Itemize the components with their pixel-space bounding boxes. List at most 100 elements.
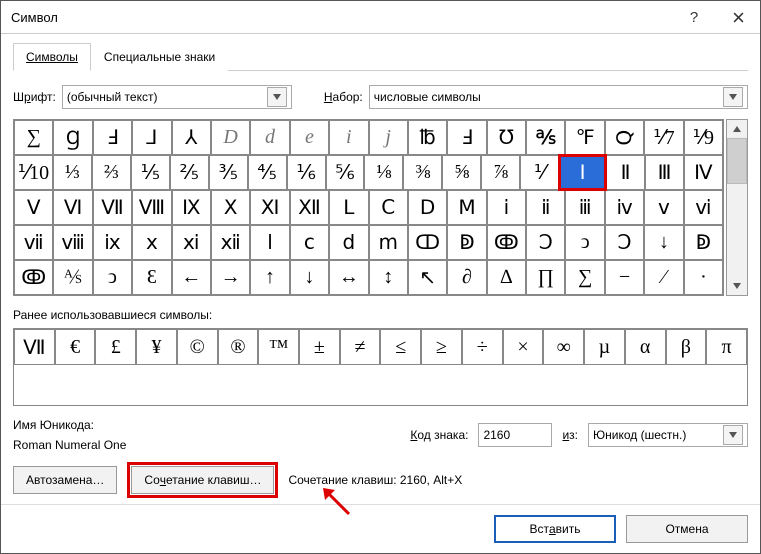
- symbol-cell[interactable]: ⅹ: [132, 225, 171, 260]
- recent-symbol-cell[interactable]: €: [55, 329, 96, 365]
- symbol-cell[interactable]: ⅼ: [250, 225, 289, 260]
- symbol-cell[interactable]: ⅵ: [684, 190, 723, 225]
- symbol-cell[interactable]: ⅖: [170, 155, 209, 190]
- recent-symbol-cell[interactable]: α: [625, 329, 666, 365]
- autocorrect-button[interactable]: Автозамена…: [13, 466, 117, 494]
- symbol-cell[interactable]: ↂ: [14, 260, 53, 295]
- font-select[interactable]: (обычный текст): [62, 85, 292, 109]
- symbol-cell[interactable]: Ⅱ: [606, 155, 645, 190]
- tab-special[interactable]: Специальные знаки: [91, 43, 228, 71]
- symbol-cell[interactable]: Ⅺ: [250, 190, 289, 225]
- symbol-cell[interactable]: Ⅲ: [645, 155, 684, 190]
- symbol-cell[interactable]: Ɡ: [53, 120, 92, 155]
- symbol-cell[interactable]: ⅺ: [172, 225, 211, 260]
- recent-symbol-cell[interactable]: ×: [503, 329, 544, 365]
- symbol-cell[interactable]: j: [369, 120, 408, 155]
- symbol-cell[interactable]: Ⅎ: [93, 120, 132, 155]
- symbol-cell[interactable]: Ⅾ: [408, 190, 447, 225]
- symbol-cell[interactable]: Ↄ: [526, 225, 565, 260]
- symbol-cell[interactable]: ←: [172, 260, 211, 295]
- symbol-cell[interactable]: Ⅵ: [53, 190, 92, 225]
- symbol-cell[interactable]: Ⅷ: [132, 190, 171, 225]
- symbol-cell[interactable]: Ⅼ: [329, 190, 368, 225]
- recent-symbol-cell[interactable]: ∞: [543, 329, 584, 365]
- symbol-cell[interactable]: ⅄: [172, 120, 211, 155]
- symbol-cell[interactable]: ⅽ: [290, 225, 329, 260]
- symbol-cell[interactable]: ⅶ: [14, 225, 53, 260]
- symbol-cell[interactable]: ℧: [487, 120, 526, 155]
- symbol-cell[interactable]: ℁: [526, 120, 565, 155]
- symbol-cell[interactable]: ↂ: [487, 225, 526, 260]
- symbol-cell[interactable]: ⅞: [481, 155, 520, 190]
- symbol-cell[interactable]: ⅾ: [329, 225, 368, 260]
- symbol-cell[interactable]: ⅕: [131, 155, 170, 190]
- recent-symbol-cell[interactable]: ≠: [340, 329, 381, 365]
- help-button[interactable]: ?: [672, 1, 716, 33]
- recent-symbol-cell[interactable]: ±: [299, 329, 340, 365]
- symbol-cell[interactable]: Ⅴ: [14, 190, 53, 225]
- symbol-cell[interactable]: d: [250, 120, 289, 155]
- symbol-cell[interactable]: e: [290, 120, 329, 155]
- recent-symbol-cell[interactable]: ÷: [462, 329, 503, 365]
- symbol-cell[interactable]: ⅱ: [526, 190, 565, 225]
- symbol-cell[interactable]: ⅸ: [93, 225, 132, 260]
- symbol-cell[interactable]: ↄ: [565, 225, 604, 260]
- cancel-button[interactable]: Отмена: [626, 515, 748, 543]
- recent-symbol-cell[interactable]: Ⅶ: [14, 329, 55, 365]
- symbol-cell[interactable]: ↁ: [447, 225, 486, 260]
- symbol-cell[interactable]: D: [211, 120, 250, 155]
- shortcut-key-button[interactable]: Сочетание клавиш…: [131, 466, 274, 494]
- symbol-cell[interactable]: ⅿ: [369, 225, 408, 260]
- symbol-cell[interactable]: ℔: [408, 120, 447, 155]
- symbol-cell[interactable]: ⅜: [403, 155, 442, 190]
- insert-button[interactable]: Вставить: [494, 515, 616, 543]
- symbol-cell[interactable]: ⅔: [92, 155, 131, 190]
- scroll-thumb[interactable]: [727, 138, 747, 184]
- symbol-cell[interactable]: ℺: [605, 120, 644, 155]
- symbol-cell[interactable]: Ⅰ: [559, 155, 606, 190]
- symbol-cell[interactable]: ⅛: [364, 155, 403, 190]
- symbol-cell[interactable]: Ⅳ: [684, 155, 723, 190]
- symbol-cell[interactable]: ∑: [565, 260, 604, 295]
- recent-symbol-cell[interactable]: ≤: [380, 329, 421, 365]
- recent-symbol-cell[interactable]: ©: [177, 329, 218, 365]
- symbol-cell[interactable]: Ⅿ: [447, 190, 486, 225]
- scroll-down-button[interactable]: [727, 277, 747, 295]
- symbol-cell[interactable]: Ⅎ: [447, 120, 486, 155]
- symbol-cell[interactable]: Ⅶ: [93, 190, 132, 225]
- recent-symbols[interactable]: Ⅶ€£¥©®™±≠≤≥÷×∞µαβπ: [13, 328, 748, 406]
- symbol-cell[interactable]: ⅝: [442, 155, 481, 190]
- symbol-cell[interactable]: ⅚: [326, 155, 365, 190]
- symbol-cell[interactable]: ⅍: [53, 260, 92, 295]
- symbol-cell[interactable]: Ⅹ: [211, 190, 250, 225]
- symbol-cell[interactable]: i: [329, 120, 368, 155]
- grid-scrollbar[interactable]: [726, 119, 748, 296]
- symbol-cell[interactable]: ↑: [250, 260, 289, 295]
- symbol-cell[interactable]: ↁ: [684, 225, 723, 260]
- symbol-cell[interactable]: ⅟: [520, 155, 559, 190]
- symbol-cell[interactable]: ⅗: [209, 155, 248, 190]
- symbol-cell[interactable]: ⅟7: [644, 120, 683, 155]
- symbol-cell[interactable]: ∆: [487, 260, 526, 295]
- symbol-cell[interactable]: ⅷ: [53, 225, 92, 260]
- symbol-cell[interactable]: Ↄ: [605, 225, 644, 260]
- recent-symbol-cell[interactable]: ®: [218, 329, 259, 365]
- recent-symbol-cell[interactable]: £: [95, 329, 136, 365]
- symbol-cell[interactable]: ⅰ: [487, 190, 526, 225]
- symbol-cell[interactable]: Ⅽ: [369, 190, 408, 225]
- symbol-cell[interactable]: ↓: [644, 225, 683, 260]
- from-select[interactable]: Юникод (шестн.): [588, 423, 748, 447]
- symbol-cell[interactable]: ⅴ: [644, 190, 683, 225]
- symbol-cell[interactable]: ∑: [14, 120, 53, 155]
- symbol-cell[interactable]: −: [605, 260, 644, 295]
- symbol-cell[interactable]: ⅻ: [211, 225, 250, 260]
- symbol-cell[interactable]: ⅙: [287, 155, 326, 190]
- symbol-cell[interactable]: →: [211, 260, 250, 295]
- symbol-cell[interactable]: ↀ: [408, 225, 447, 260]
- symbol-cell[interactable]: ∙: [684, 260, 723, 295]
- symbol-cell[interactable]: ↕: [369, 260, 408, 295]
- scroll-track[interactable]: [727, 184, 747, 277]
- symbol-cell[interactable]: ↓: [290, 260, 329, 295]
- recent-symbol-cell[interactable]: µ: [584, 329, 625, 365]
- symbol-cell[interactable]: ℉: [565, 120, 604, 155]
